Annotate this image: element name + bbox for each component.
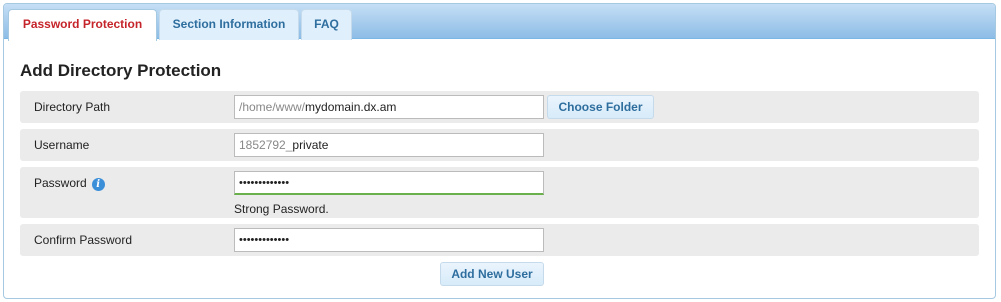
tab-bar: Password Protection Section Information …: [4, 4, 995, 41]
protection-panel: Password Protection Section Information …: [3, 3, 996, 299]
add-new-user-button[interactable]: Add New User: [440, 262, 544, 286]
page-title: Add Directory Protection: [20, 61, 222, 80]
confirm-password-label: Confirm Password: [34, 233, 133, 247]
confirm-password-row: Confirm Password •••••••••••••: [20, 224, 979, 256]
tab-faq[interactable]: FAQ: [301, 9, 352, 40]
username-prefix: 1852792_: [239, 138, 293, 152]
directory-path-label: Directory Path: [34, 100, 111, 114]
directory-path-row: Directory Path /home/www/mydomain.dx.am …: [20, 91, 979, 123]
choose-folder-button[interactable]: Choose Folder: [547, 95, 654, 119]
username-row: Username 1852792_private: [20, 129, 979, 161]
password-input[interactable]: •••••••••••••: [234, 171, 544, 195]
directory-path-value: mydomain.dx.am: [305, 100, 397, 114]
username-value: private: [292, 138, 329, 152]
username-label: Username: [34, 138, 90, 152]
password-strength-text: Strong Password.: [234, 202, 329, 216]
tab-password-protection[interactable]: Password Protection: [8, 9, 157, 41]
directory-path-prefix: /home/www/: [239, 100, 306, 114]
username-input[interactable]: 1852792_private: [234, 133, 544, 157]
password-label: Password: [34, 176, 87, 190]
password-row: Password i ••••••••••••• Strong Password.: [20, 167, 979, 218]
info-icon[interactable]: i: [91, 178, 105, 191]
confirm-password-input[interactable]: •••••••••••••: [234, 228, 544, 252]
tab-section-information[interactable]: Section Information: [159, 9, 299, 40]
directory-path-input[interactable]: /home/www/mydomain.dx.am: [234, 95, 544, 119]
password-label-wrap: Password i: [34, 176, 105, 191]
